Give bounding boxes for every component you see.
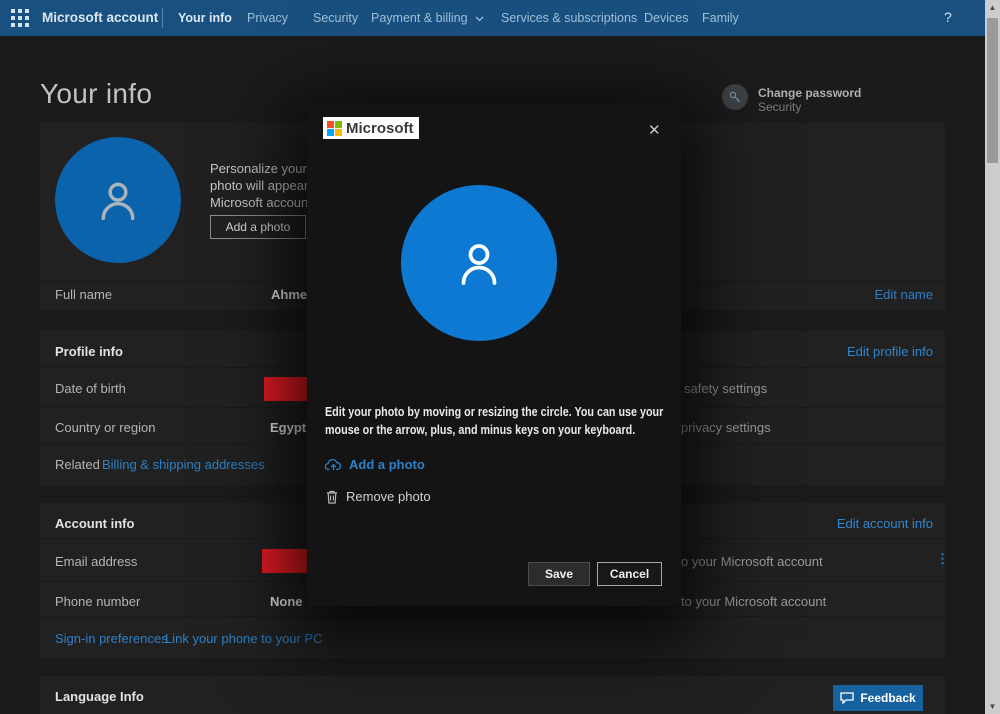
nav-privacy[interactable]: Privacy [247,11,288,25]
nav-your-info[interactable]: Your info [178,11,232,25]
top-navigation-bar: Microsoft account Your info Privacy Secu… [0,0,1000,36]
change-password-subtitle: Security [758,100,801,114]
trash-icon [326,490,338,504]
change-password-shortcut[interactable]: Change password Security [722,84,902,114]
nav-family[interactable]: Family [702,11,739,25]
link-phone-to-pc-link[interactable]: Link your phone to your PC [165,631,323,646]
change-password-label: Change password [758,86,861,100]
microsoft-logo: Microsoft [323,117,419,139]
personalize-text-line3: Microsoft account. [210,195,316,210]
safety-settings-fragment[interactable]: safety settings [684,381,767,396]
edit-name-link[interactable]: Edit name [874,287,933,302]
account-info-title: Account info [55,516,134,531]
edit-account-info-link[interactable]: Edit account info [837,516,933,531]
microsoft-account-page: Microsoft account Your info Privacy Secu… [0,0,1000,714]
full-name-label: Full name [55,287,112,302]
chevron-down-icon [475,16,484,22]
nav-services-subscriptions[interactable]: Services & subscriptions [501,11,637,25]
phone-number-label: Phone number [55,594,140,609]
edit-photo-instruction-line2: mouse or the arrow, plus, and minus keys… [325,423,635,437]
language-info-card: Language Info Feedback [40,676,945,714]
speech-bubble-icon [840,692,854,704]
nav-security[interactable]: Security [313,11,358,25]
modal-add-photo-link[interactable]: Add a photo [325,457,425,472]
microsoft-account-fragment-1: o your Microsoft account [681,554,823,569]
modal-add-photo-label: Add a photo [349,457,425,472]
language-info-title: Language Info [55,689,144,704]
vertical-scrollbar[interactable]: ▲ ▼ [985,0,1000,714]
privacy-settings-fragment[interactable]: privacy settings [681,420,771,435]
help-icon[interactable]: ? [944,9,952,25]
nav-payment-billing-label: Payment & billing [371,11,468,25]
person-icon [92,174,144,226]
country-region-label: Country or region [55,420,155,435]
date-of-birth-label: Date of birth [55,381,126,396]
microsoft-account-fragment-2: to your Microsoft account [681,594,826,609]
profile-avatar[interactable] [55,137,181,263]
person-icon [449,233,509,293]
feedback-label: Feedback [860,691,915,705]
sign-in-preferences-link[interactable]: Sign-in preferences [55,631,168,646]
close-icon[interactable]: ✕ [648,121,661,139]
profile-info-title: Profile info [55,344,123,359]
scrollbar-thumb[interactable] [987,18,998,163]
app-launcher-waffle-icon[interactable] [11,9,29,32]
microsoft-logo-text: Microsoft [346,120,414,137]
nav-payment-billing[interactable]: Payment & billing [371,11,484,25]
country-region-value: Egypt [270,420,306,435]
modal-remove-photo-link[interactable]: Remove photo [326,489,431,504]
more-options-ellipsis-icon[interactable]: ⋮ [936,551,949,567]
page-title: Your info [40,78,152,110]
modal-remove-photo-label: Remove photo [346,489,431,504]
microsoft-logo-squares-icon [327,121,342,136]
edit-photo-modal: Microsoft ✕ Edit your photo by moving or… [307,105,681,606]
personalize-text-line2: photo will appear o [210,178,319,193]
brand-microsoft-account[interactable]: Microsoft account [42,10,158,25]
edit-profile-info-link[interactable]: Edit profile info [847,344,933,359]
email-address-label: Email address [55,554,137,569]
edit-photo-instruction-line1: Edit your photo by moving or resizing th… [325,405,663,419]
nav-devices[interactable]: Devices [644,11,688,25]
save-button[interactable]: Save [528,562,590,586]
phone-number-value: None [270,594,303,609]
scrollbar-up-arrow-icon[interactable]: ▲ [985,0,1000,15]
key-icon [722,84,748,110]
row-divider [40,616,945,617]
feedback-button[interactable]: Feedback [833,685,923,711]
billing-shipping-addresses-link[interactable]: Billing & shipping addresses [102,457,265,472]
scrollbar-down-arrow-icon[interactable]: ▼ [985,699,1000,714]
photo-crop-circle[interactable] [401,185,557,341]
add-photo-button[interactable]: Add a photo [210,215,306,239]
related-label: Related [55,457,100,472]
cloud-upload-icon [325,458,342,471]
cancel-button[interactable]: Cancel [597,562,662,586]
nav-divider [162,8,163,28]
